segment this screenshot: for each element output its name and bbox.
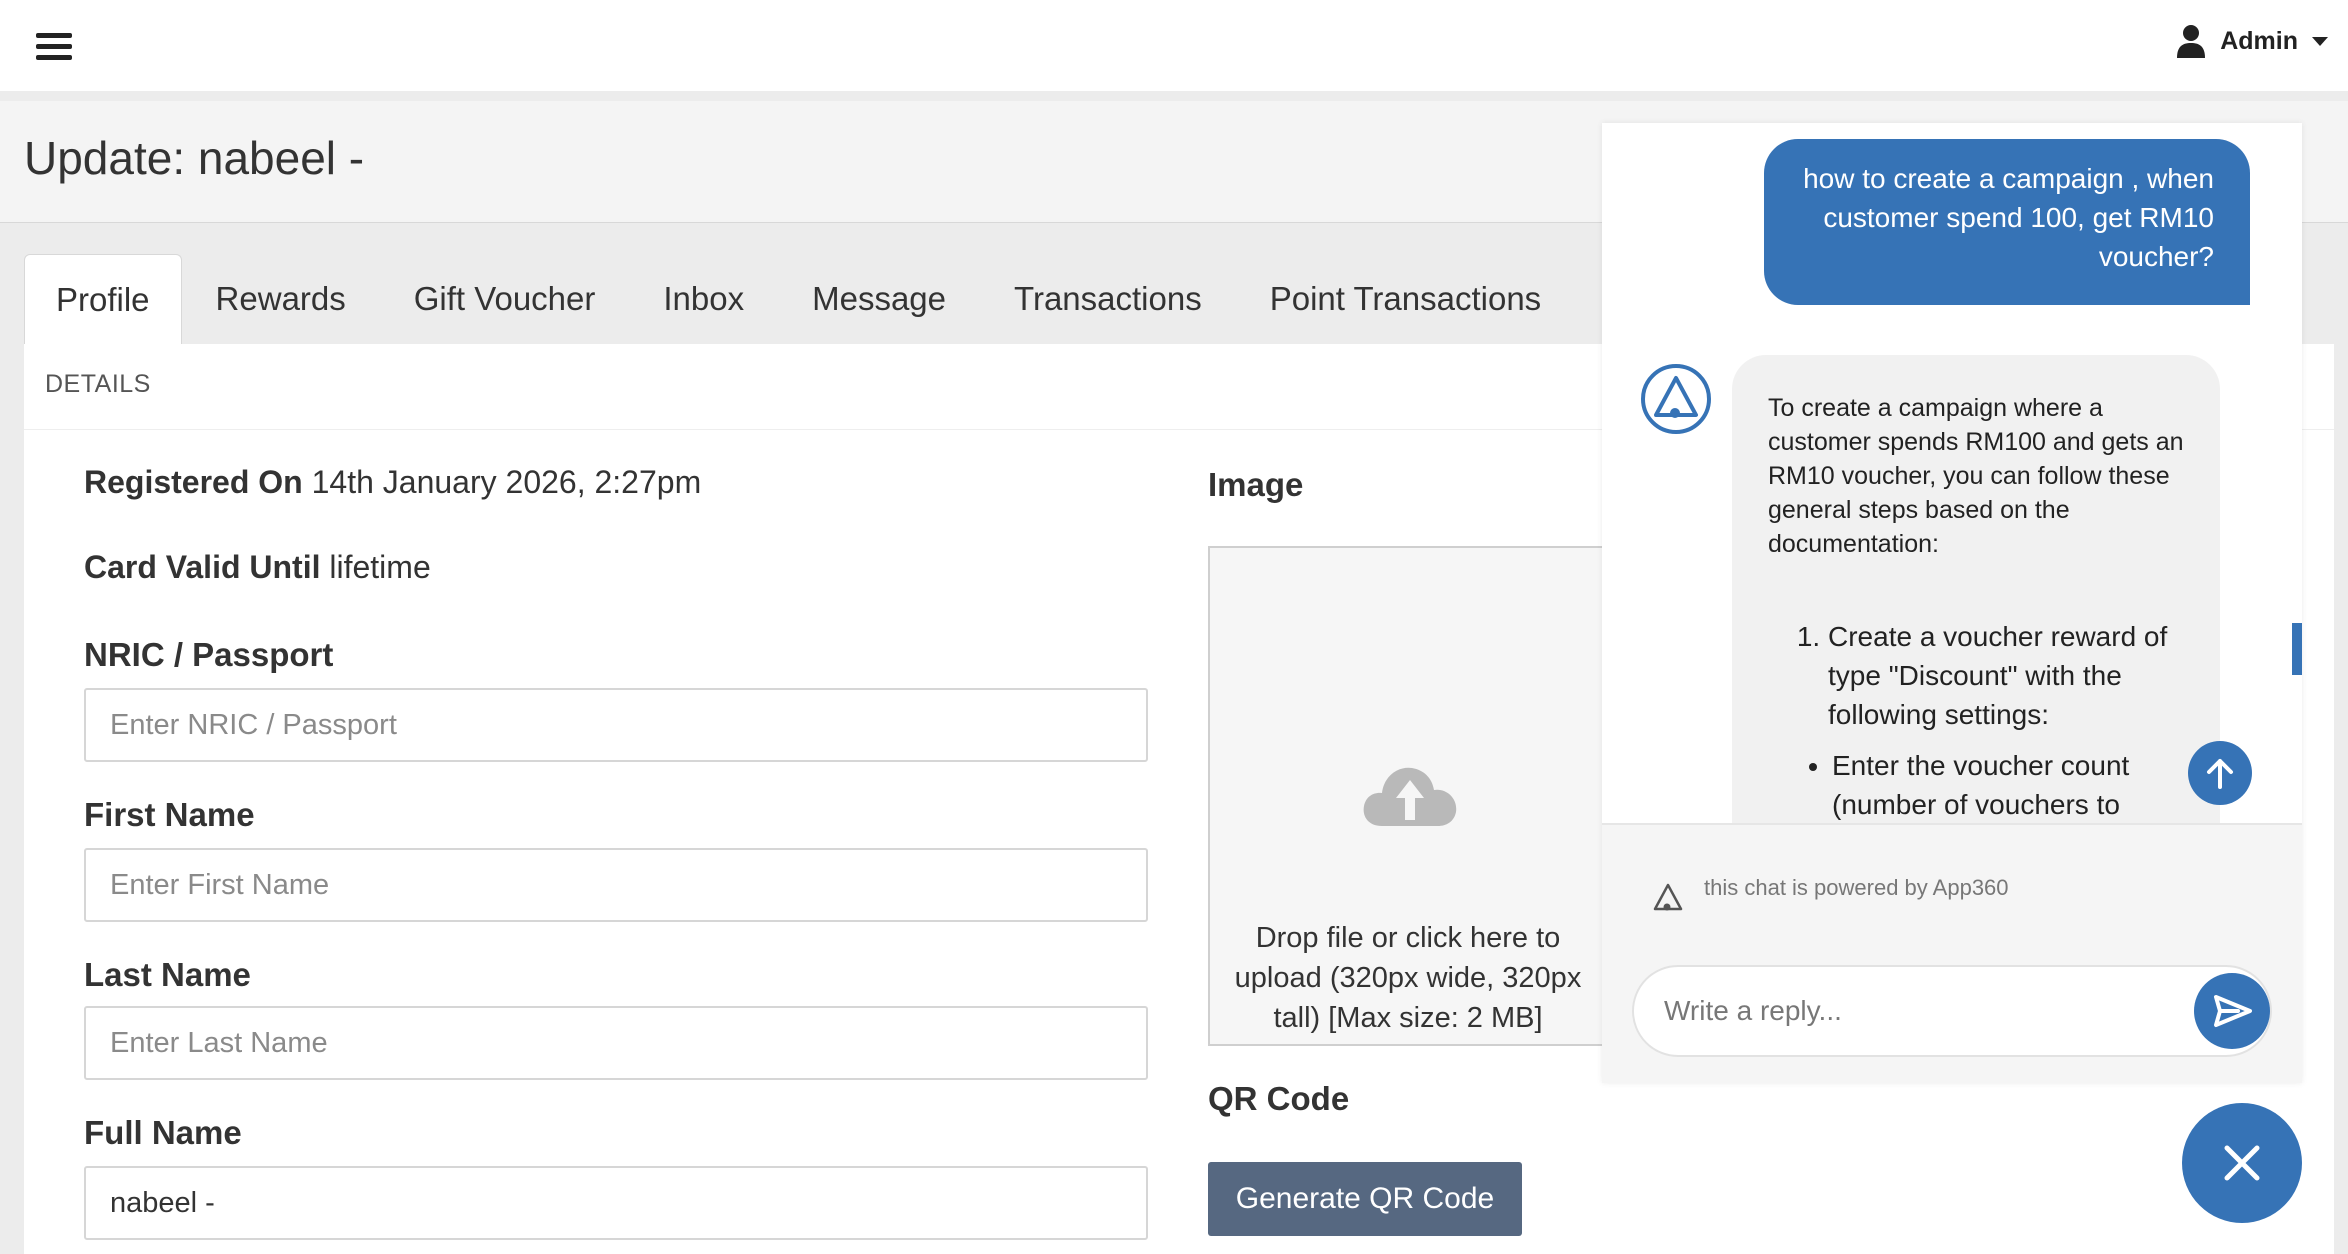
registered-on: Registered On 14th January 2026, 2:27pm [84,464,701,501]
tab-bar: Profile Rewards Gift Voucher Inbox Messa… [24,254,1667,344]
tab-rewards[interactable]: Rewards [182,254,380,344]
cloud-upload-icon [1363,767,1457,826]
tab-gift-voucher[interactable]: Gift Voucher [380,254,630,344]
bot-intro-text: To create a campaign where a customer sp… [1768,394,2184,558]
card-valid-label: Card Valid Until [84,549,321,585]
user-message: how to create a campaign , when customer… [1764,139,2250,305]
bot-bullet: Enter the voucher count (number of vouch… [1832,746,2190,823]
nric-label: NRIC / Passport [84,636,334,673]
scrollbar-thumb[interactable] [2292,623,2302,675]
last-name-input[interactable] [84,1006,1148,1080]
full-name-label: Full Name [84,1114,242,1151]
chat-footer: this chat is powered by App360 [1602,825,2302,1083]
send-button[interactable] [2194,973,2270,1049]
bot-bullets: Enter the voucher count (number of vouch… [1788,746,2190,823]
close-icon [2224,1145,2260,1181]
tab-inbox[interactable]: Inbox [629,254,778,344]
nric-input[interactable] [84,688,1148,762]
image-dropzone[interactable]: Drop file or click here to upload (320px… [1208,546,1628,1046]
send-icon [2214,995,2252,1027]
tab-transactions[interactable]: Transactions [980,254,1236,344]
bot-avatar-icon [1641,364,1711,434]
close-chat-button[interactable] [2182,1103,2302,1223]
bot-steps: Create a voucher reward of type "Discoun… [1788,617,2190,734]
tab-message[interactable]: Message [778,254,980,344]
hamburger-icon[interactable] [36,33,72,61]
tab-profile[interactable]: Profile [24,254,182,344]
image-label: Image [1208,466,1304,503]
tab-point-transactions[interactable]: Point Transactions [1236,254,1575,344]
first-name-label: First Name [84,796,255,833]
top-bar: Admin [0,0,2348,91]
bot-step: Create a voucher reward of type "Discoun… [1828,617,2190,734]
first-name-input[interactable] [84,848,1148,922]
dropzone-text: Drop file or click here to upload (320px… [1234,922,1582,1034]
card-valid-until: Card Valid Until lifetime [84,549,431,586]
qr-code-label: QR Code [1208,1080,1350,1117]
app360-logo-icon [1653,883,1683,911]
chat-messages[interactable]: how to create a campaign , when customer… [1602,123,2302,823]
scroll-up-button[interactable] [2188,741,2252,805]
user-menu-label: Admin [2220,26,2298,55]
registered-value: 14th January 2026, 2:27pm [311,464,702,500]
bot-message: To create a campaign where a customer sp… [1732,355,2220,823]
arrow-up-icon [2207,759,2233,789]
reply-box [1632,965,2272,1057]
last-name-label: Last Name [84,956,251,993]
chevron-down-icon [2312,36,2328,46]
full-name-input[interactable] [84,1166,1148,1240]
user-menu[interactable]: Admin [2176,24,2328,58]
user-icon [2177,25,2206,58]
generate-qr-button[interactable]: Generate QR Code [1208,1162,1522,1236]
chat-widget: how to create a campaign , when customer… [1602,123,2302,1083]
card-valid-value: lifetime [329,549,431,585]
powered-by-text: this chat is powered by App360 [1704,875,2009,900]
section-header: DETAILS [45,370,151,398]
registered-label: Registered On [84,464,303,500]
reply-input[interactable] [1664,967,2184,1055]
page-title: Update: nabeel - [24,132,365,184]
